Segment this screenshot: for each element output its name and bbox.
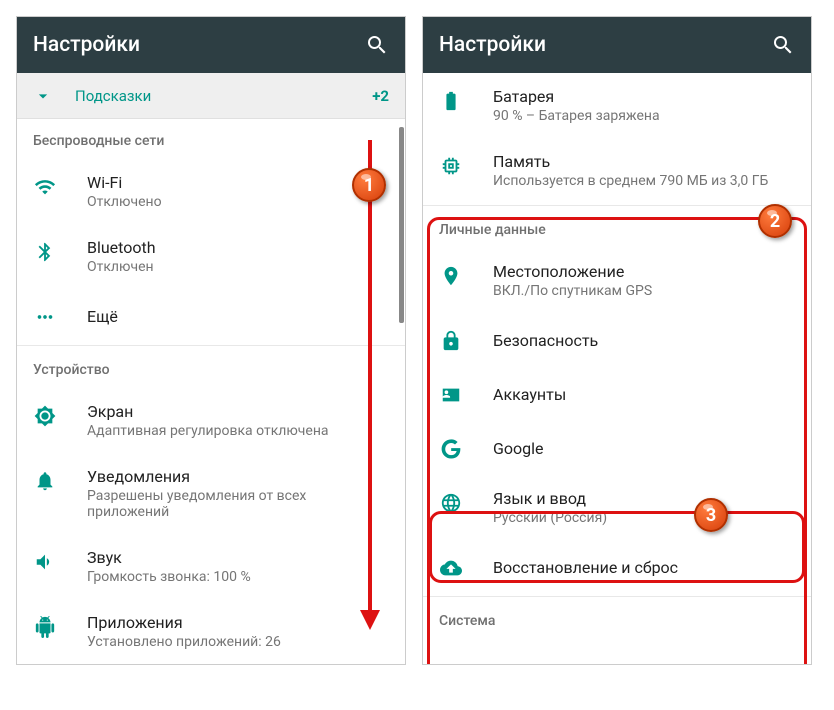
more-icon	[33, 305, 57, 329]
item-subtitle: Установлено приложений: 26	[87, 634, 389, 650]
left-phone: Настройки Подсказки +2 Беспроводные сети…	[16, 16, 406, 665]
item-title: Местоположение	[493, 262, 795, 281]
chevron-down-icon	[33, 86, 53, 106]
badge-3: 3	[694, 498, 728, 532]
item-apps[interactable]: Приложения Установлено приложений: 26	[17, 599, 405, 664]
hints-row[interactable]: Подсказки +2	[17, 73, 405, 119]
item-memory[interactable]: Память Используется в среднем 790 МБ из …	[423, 138, 811, 203]
item-battery[interactable]: Батарея 90 % – Батарея заряжена	[423, 73, 811, 138]
item-subtitle: Отключено	[87, 194, 389, 210]
wifi-icon	[33, 175, 57, 199]
appbar: Настройки	[17, 17, 405, 73]
page-title: Настройки	[33, 33, 140, 57]
memory-icon	[439, 154, 463, 178]
google-icon	[439, 437, 463, 461]
section-system: Система	[423, 599, 811, 639]
section-device: Устройство	[17, 348, 405, 388]
android-icon	[33, 615, 57, 639]
item-title: Язык и ввод	[493, 489, 795, 508]
item-title: Google	[493, 439, 795, 458]
accounts-icon	[439, 383, 463, 407]
item-title: Батарея	[493, 87, 795, 106]
hints-label: Подсказки	[75, 87, 372, 105]
item-subtitle: 90 % – Батарея заряжена	[493, 108, 795, 124]
search-icon[interactable]	[365, 33, 389, 57]
item-subtitle: ВКЛ./По спутникам GPS	[493, 283, 795, 299]
appbar: Настройки	[423, 17, 811, 73]
item-title: Bluetooth	[87, 238, 389, 257]
item-sound[interactable]: Звук Громкость звонка: 100 %	[17, 534, 405, 599]
item-subtitle: Используется в среднем 790 МБ из 3,0 ГБ	[493, 173, 795, 189]
item-bluetooth[interactable]: Bluetooth Отключен	[17, 224, 405, 289]
section-personal: Личные данные	[423, 208, 811, 248]
item-backup[interactable]: Восстановление и сброс	[423, 540, 811, 594]
page-title: Настройки	[439, 33, 546, 57]
item-location[interactable]: Местоположение ВКЛ./По спутникам GPS	[423, 248, 811, 313]
item-title: Приложения	[87, 613, 389, 632]
scroll-arrow-annotation	[358, 140, 382, 630]
item-subtitle: Разрешены уведомления от всех приложений	[87, 488, 389, 520]
item-title: Wi-Fi	[87, 173, 389, 192]
bluetooth-icon	[33, 240, 57, 264]
brightness-icon	[33, 404, 57, 428]
divider	[423, 596, 811, 597]
volume-icon	[33, 550, 57, 574]
right-phone: Настройки Батарея 90 % – Батарея заряжен…	[422, 16, 812, 665]
battery-icon	[439, 89, 463, 113]
item-subtitle: Адаптивная регулировка отключена	[87, 423, 389, 439]
lock-icon	[439, 329, 463, 353]
section-wireless: Беспроводные сети	[17, 119, 405, 159]
divider	[17, 345, 405, 346]
bell-icon	[33, 469, 57, 493]
item-security[interactable]: Безопасность	[423, 313, 811, 367]
globe-icon	[439, 491, 463, 515]
item-title: Ещё	[87, 307, 389, 326]
cloud-upload-icon	[439, 556, 463, 580]
badge-1: 1	[352, 168, 386, 202]
item-title: Восстановление и сброс	[493, 558, 795, 577]
badge-2: 2	[758, 204, 792, 238]
item-title: Память	[493, 152, 795, 171]
item-subtitle: Русский (Россия)	[493, 510, 795, 526]
item-accounts[interactable]: Аккаунты	[423, 367, 811, 421]
scrollbar[interactable]	[399, 127, 404, 323]
item-language[interactable]: Язык и ввод Русский (Россия)	[423, 475, 811, 540]
item-title: Уведомления	[87, 467, 389, 486]
item-subtitle: Отключен	[87, 259, 389, 275]
hints-count: +2	[372, 87, 389, 105]
item-title: Безопасность	[493, 331, 795, 350]
item-display[interactable]: Экран Адаптивная регулировка отключена	[17, 388, 405, 453]
item-title: Экран	[87, 402, 389, 421]
item-more[interactable]: Ещё	[17, 289, 405, 343]
item-wifi[interactable]: Wi-Fi Отключено	[17, 159, 405, 224]
location-icon	[439, 264, 463, 288]
item-title: Звук	[87, 548, 389, 567]
item-notifications[interactable]: Уведомления Разрешены уведомления от все…	[17, 453, 405, 534]
item-google[interactable]: Google	[423, 421, 811, 475]
search-icon[interactable]	[771, 33, 795, 57]
item-title: Аккаунты	[493, 385, 795, 404]
divider	[423, 205, 811, 206]
item-subtitle: Громкость звонка: 100 %	[87, 569, 389, 585]
